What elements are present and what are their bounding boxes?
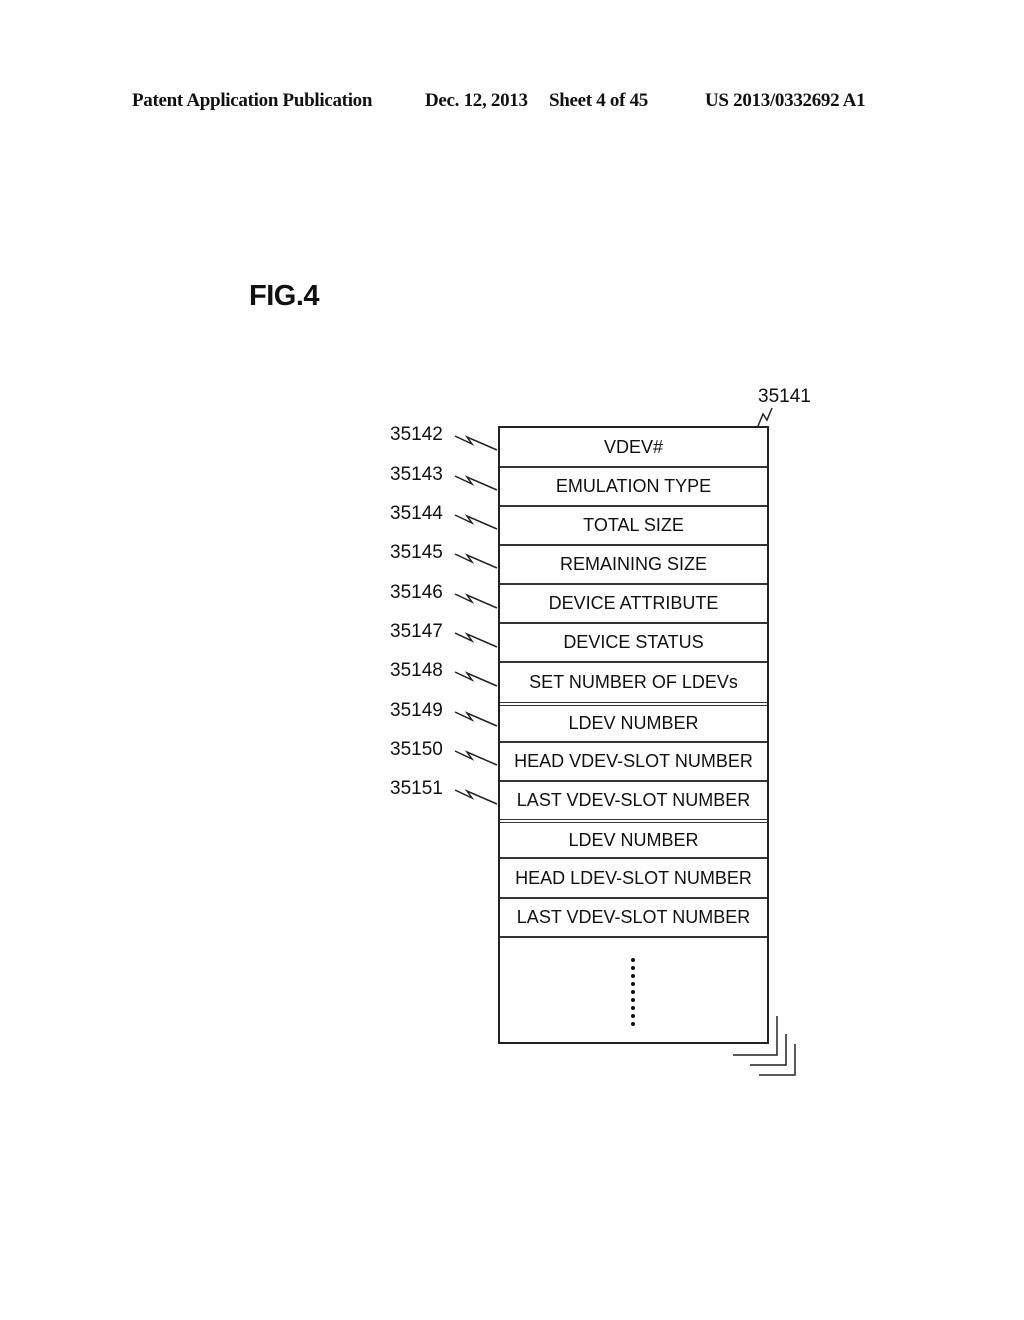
row-ref-label: 35143	[390, 464, 443, 485]
leader-line-icon	[454, 750, 498, 766]
row-label: LDEV NUMBER	[568, 829, 699, 850]
row-label: LDEV NUMBER	[568, 713, 699, 733]
row-label: VDEV#	[603, 436, 664, 457]
figure-title: FIG.4	[249, 280, 320, 312]
row-label: SET NUMBER OF LDEVs	[529, 672, 738, 692]
leader-line-icon	[454, 789, 498, 805]
table-row: EMULATION TYPE	[500, 468, 767, 507]
leader-line-icon	[454, 435, 498, 451]
patent-number: US 2013/0332692 A1	[705, 90, 866, 111]
row-ref-label: 35144	[390, 503, 443, 524]
publication-date: Dec. 12, 2013	[425, 90, 528, 111]
row-ref-label: 35150	[390, 739, 443, 760]
leader-line-icon	[454, 553, 498, 569]
publication-label: Patent Application Publication	[132, 90, 373, 111]
leader-line-icon	[454, 593, 498, 609]
row-ref-label: 35146	[390, 582, 443, 603]
leader-line-icon	[454, 632, 498, 648]
row-ref-label: 35142	[390, 424, 443, 445]
table-row: DEVICE STATUS	[500, 624, 767, 663]
table-row: LDEV NUMBER	[500, 706, 767, 743]
stacked-table-edge-icon	[759, 1044, 796, 1076]
patent-header: Patent Application Publication Dec. 12, …	[132, 90, 892, 114]
vdev-management-table: VDEV# EMULATION TYPE TOTAL SIZE REMAININ…	[498, 426, 769, 1044]
row-ref-label: 35151	[390, 778, 443, 799]
row-label: LAST VDEV-SLOT NUMBER	[516, 790, 751, 810]
row-label: TOTAL SIZE	[583, 515, 684, 535]
row-label: DEVICE STATUS	[563, 632, 704, 652]
leader-line-icon	[454, 671, 498, 687]
table-row: LAST VDEV-SLOT NUMBER	[500, 782, 767, 823]
table-row: REMAINING SIZE	[500, 546, 767, 585]
leader-line-icon	[454, 514, 498, 530]
table-row: HEAD VDEV-SLOT NUMBER	[500, 743, 767, 782]
row-label: LAST VDEV-SLOT NUMBER	[516, 907, 751, 927]
table-row: VDEV#	[500, 428, 767, 468]
leader-line-icon	[454, 711, 498, 727]
table-reference-label: 35141	[758, 386, 811, 407]
table-row: TOTAL SIZE	[500, 507, 767, 546]
row-ref-label: 35149	[390, 700, 443, 721]
row-label: HEAD LDEV-SLOT NUMBER	[515, 867, 752, 888]
sheet-number: Sheet 4 of 45	[549, 90, 649, 111]
row-label: DEVICE ATTRIBUTE	[548, 593, 719, 613]
row-label: REMAINING SIZE	[559, 554, 707, 574]
leader-line-icon	[454, 475, 498, 491]
row-label: HEAD VDEV-SLOT NUMBER	[514, 751, 753, 771]
table-row: SET NUMBER OF LDEVs	[500, 663, 767, 706]
row-ref-label: 35147	[390, 621, 443, 642]
table-row: DEVICE ATTRIBUTE	[500, 585, 767, 624]
row-ref-label: 35148	[390, 660, 443, 681]
table-row: LAST VDEV-SLOT NUMBER	[500, 899, 767, 938]
table-ref-leader-icon	[757, 407, 773, 427]
table-row: LDEV NUMBER	[500, 823, 767, 859]
vertical-ellipsis-icon	[631, 958, 636, 1030]
row-label: EMULATION TYPE	[555, 476, 712, 496]
table-row: HEAD LDEV-SLOT NUMBER	[500, 859, 767, 899]
row-ref-label: 35145	[390, 542, 443, 563]
